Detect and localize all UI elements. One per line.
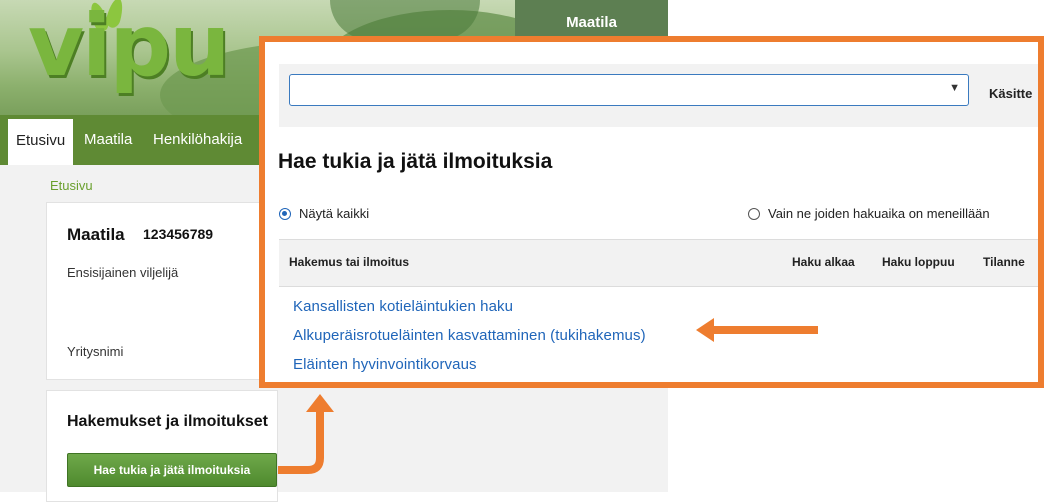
radio-open-only-label[interactable]: Vain ne joiden hakuaika on meneillään xyxy=(768,206,990,221)
link-elainten-hyvinvointikorvaus[interactable]: Eläinten hyvinvointikorvaus xyxy=(293,356,477,373)
farm-card-title: Maatila xyxy=(67,225,125,244)
banner-trees xyxy=(330,0,480,40)
column-header-end[interactable]: Haku loppuu xyxy=(882,255,955,269)
link-alkuperaisrotuelainten-kasvattaminen[interactable]: Alkuperäisrotueläinten kasvattaminen (tu… xyxy=(293,327,646,344)
column-header-start[interactable]: Haku alkaa xyxy=(792,255,855,269)
annotation-arrow-shaft xyxy=(710,326,818,334)
company-name-label: Yritysnimi xyxy=(67,344,124,359)
nav-item-henkilohakija[interactable]: Henkilöhakija xyxy=(153,115,242,165)
apply-support-button[interactable]: Hae tukia ja jätä ilmoituksia xyxy=(67,453,277,487)
radio-open-only[interactable] xyxy=(748,208,760,220)
maatila-header-label: Maatila xyxy=(566,14,617,31)
farm-select[interactable]: ▼ xyxy=(289,74,969,106)
popup-heading: Hae tukia ja jätä ilmoituksia xyxy=(278,150,553,173)
annotation-connector-arrow-icon xyxy=(278,394,334,474)
apply-popup-panel: ▼ Käsitte Hae tukia ja jätä ilmoituksia … xyxy=(259,36,1044,388)
applications-card-title: Hakemukset ja ilmoitukset xyxy=(67,413,268,430)
caret-down-icon: ▼ xyxy=(949,82,960,94)
arrow-left-icon xyxy=(696,318,714,342)
applications-table-header: Hakemus tai ilmoitus Haku alkaa Haku lop… xyxy=(279,239,1038,287)
breadcrumb[interactable]: Etusivu xyxy=(50,178,93,193)
applications-card: Hakemukset ja ilmoitukset Hae tukia ja j… xyxy=(46,390,278,502)
radio-show-all-label[interactable]: Näytä kaikki xyxy=(299,206,369,221)
nav-item-etusivu[interactable]: Etusivu xyxy=(8,115,74,165)
link-kansallisten-kotielaintukien-haku[interactable]: Kansallisten kotieläintukien haku xyxy=(293,298,513,315)
column-header-application[interactable]: Hakemus tai ilmoitus xyxy=(289,255,409,269)
column-header-status[interactable]: Tilanne xyxy=(983,255,1025,269)
vipu-logo[interactable]: vipu xyxy=(28,0,230,96)
radio-show-all[interactable] xyxy=(279,208,291,220)
nav-item-maatila[interactable]: Maatila xyxy=(84,115,132,165)
primary-farmer-label: Ensisijainen viljelijä xyxy=(67,265,179,280)
farm-card: Maatila 123456789 Ensisijainen viljelijä… xyxy=(46,202,278,380)
farm-id: 123456789 xyxy=(143,226,214,242)
kasitte-label: Käsitte xyxy=(989,86,1033,101)
